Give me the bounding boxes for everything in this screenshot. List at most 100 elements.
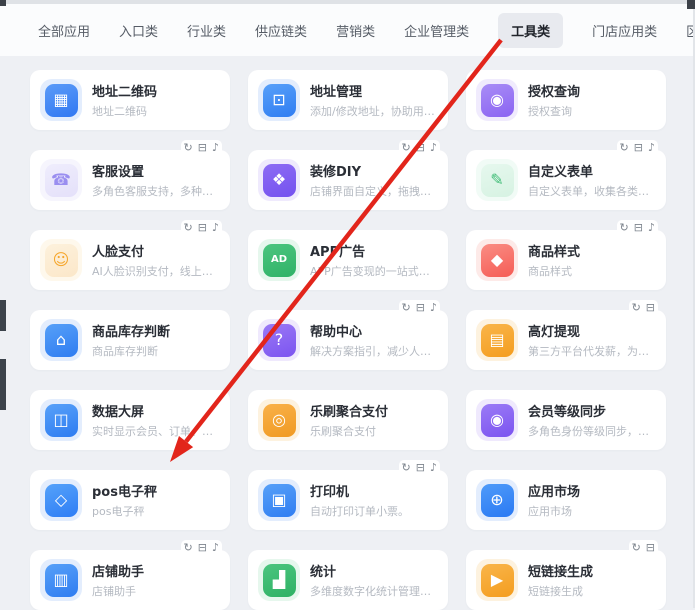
app-card[interactable]: ⊕ 应用市场 应用市场 <box>466 470 666 530</box>
platform-badges: ↻ ⊟ ♪ <box>399 140 440 154</box>
refresh-icon[interactable]: ↻ <box>632 541 641 554</box>
printer-icon[interactable]: ⊟ <box>198 141 207 154</box>
note-icon[interactable]: ♪ <box>212 141 219 154</box>
platform-badges: ↻ ⊟ ♪ <box>617 220 658 234</box>
refresh-icon[interactable]: ↻ <box>402 301 411 314</box>
app-card-text: 数据大屏 实时显示会员、订单、佣金、地... <box>92 401 220 439</box>
app-icon: ◆ <box>481 244 514 277</box>
app-icon-halo: ❖ <box>258 159 300 201</box>
app-title: 商品库存判断 <box>92 321 170 340</box>
refresh-icon[interactable]: ↻ <box>184 541 193 554</box>
app-card-text: pos电子秤 pos电子秤 <box>92 481 157 519</box>
app-icon: ◉ <box>481 84 514 117</box>
printer-icon[interactable]: ⊟ <box>198 221 207 234</box>
app-description: pos电子秤 <box>92 503 157 519</box>
printer-icon[interactable]: ⊟ <box>416 141 425 154</box>
app-title: 应用市场 <box>528 481 580 500</box>
app-icon-halo: ☺ <box>40 239 82 281</box>
app-description: 授权查询 <box>528 103 580 119</box>
note-icon[interactable]: ♪ <box>212 221 219 234</box>
tab-企业管理类[interactable]: 企业管理类 <box>404 21 469 40</box>
app-icon: ▦ <box>45 84 78 117</box>
app-card[interactable]: ⌂ 商品库存判断 商品库存判断 <box>30 310 230 370</box>
platform-badges: ↻⊟ <box>629 300 658 314</box>
app-card[interactable]: AD APP广告 APP广告变现的一站式解决方案 <box>248 230 448 290</box>
app-card[interactable]: ▟ 统计 多维度数字化统计管理，深度了解... <box>248 550 448 610</box>
app-icon: ◫ <box>45 404 78 437</box>
app-title: 地址管理 <box>310 81 438 100</box>
platform-badges: ↻ ⊟ ♪ <box>399 460 440 474</box>
refresh-icon[interactable]: ↻ <box>402 141 411 154</box>
app-title: 客服设置 <box>92 161 220 180</box>
app-icon-halo: ▦ <box>40 79 82 121</box>
note-icon[interactable]: ♪ <box>648 141 655 154</box>
app-icon-halo: ▶ <box>476 559 518 601</box>
app-icon-halo: ⊕ <box>476 479 518 521</box>
app-description: 多角色身份等级同步，会员成长体... <box>528 423 656 439</box>
app-title: 授权查询 <box>528 81 580 100</box>
refresh-icon[interactable]: ↻ <box>620 141 629 154</box>
app-icon-halo: ◉ <box>476 399 518 441</box>
app-card-text: 高灯提现 第三方平台代发薪，为企业减税降... <box>528 321 656 359</box>
tab-全部应用[interactable]: 全部应用 <box>38 21 90 40</box>
note-icon[interactable]: ♪ <box>212 541 219 554</box>
app-card[interactable]: ◉ 授权查询 授权查询 <box>466 70 666 130</box>
app-card[interactable]: ✎ 自定义表单 自定义表单，收集各类信息。 ↻⊟♪ <box>466 150 666 210</box>
tab-门店应用类[interactable]: 门店应用类 <box>592 21 657 40</box>
app-title: 高灯提现 <box>528 321 656 340</box>
tab-入口类[interactable]: 入口类 <box>119 21 158 40</box>
app-card[interactable]: ◫ 数据大屏 实时显示会员、订单、佣金、地... <box>30 390 230 450</box>
app-description: AI人脸识别支付，线上支付即成线... <box>92 263 220 279</box>
app-card[interactable]: ☎ 客服设置 多角色客服支持，多种服务入口。 ↻⊟♪ <box>30 150 230 210</box>
app-card[interactable]: ▶ 短链接生成 短链接生成 ↻⊟ <box>466 550 666 610</box>
note-icon[interactable]: ♪ <box>430 461 437 474</box>
app-icon-halo: ▤ <box>476 319 518 361</box>
category-tab-bar: 全部应用入口类行业类供应链类营销类企业管理类工具类门店应用类区块链类 <box>0 4 695 56</box>
printer-icon[interactable]: ⊟ <box>198 541 207 554</box>
app-icon-halo: ◆ <box>476 239 518 281</box>
app-card[interactable]: ▣ 打印机 自动打印订单小票。 ↻⊟♪ <box>248 470 448 530</box>
refresh-icon[interactable]: ↻ <box>632 301 641 314</box>
app-title: 地址二维码 <box>92 81 157 100</box>
refresh-icon[interactable]: ↻ <box>402 461 411 474</box>
printer-icon[interactable]: ⊟ <box>416 301 425 314</box>
app-card[interactable]: ? 帮助中心 解决方案指引，减少人工工作量。 ↻⊟♪ <box>248 310 448 370</box>
app-icon: ▶ <box>481 564 514 597</box>
note-icon[interactable]: ♪ <box>648 221 655 234</box>
app-icon: ? <box>263 324 296 357</box>
note-icon[interactable]: ♪ <box>430 301 437 314</box>
printer-icon[interactable]: ⊟ <box>416 461 425 474</box>
window-corner-top-left <box>0 0 6 6</box>
app-card[interactable]: ▦ 地址二维码 地址二维码 <box>30 70 230 130</box>
app-card[interactable]: ◉ 会员等级同步 多角色身份等级同步，会员成长体... <box>466 390 666 450</box>
app-card[interactable]: ⊡ 地址管理 添加/修改地址，协助用户更改信... <box>248 70 448 130</box>
tab-工具类[interactable]: 工具类 <box>498 13 563 48</box>
refresh-icon[interactable]: ↻ <box>184 141 193 154</box>
refresh-icon[interactable]: ↻ <box>184 221 193 234</box>
app-card-text: 乐刷聚合支付 乐刷聚合支付 <box>310 401 388 439</box>
app-title: 乐刷聚合支付 <box>310 401 388 420</box>
app-card[interactable]: ☺ 人脸支付 AI人脸识别支付，线上支付即成线... ↻⊟♪ <box>30 230 230 290</box>
note-icon[interactable]: ♪ <box>430 141 437 154</box>
printer-icon[interactable]: ⊟ <box>646 541 655 554</box>
app-title: 数据大屏 <box>92 401 220 420</box>
app-card[interactable]: ◇ pos电子秤 pos电子秤 <box>30 470 230 530</box>
app-card-text: 店铺助手 店铺助手 <box>92 561 144 599</box>
app-card[interactable]: ❖ 装修DIY 店铺界面自定义，拖拽式操作，百... ↻⊟♪ <box>248 150 448 210</box>
app-icon: ▣ <box>263 484 296 517</box>
printer-icon[interactable]: ⊟ <box>634 221 643 234</box>
app-card[interactable]: ▥ 店铺助手 店铺助手 ↻⊟♪ <box>30 550 230 610</box>
printer-icon[interactable]: ⊟ <box>646 301 655 314</box>
app-icon-halo: ▣ <box>258 479 300 521</box>
app-card[interactable]: ▤ 高灯提现 第三方平台代发薪，为企业减税降... ↻⊟ <box>466 310 666 370</box>
app-description: APP广告变现的一站式解决方案 <box>310 263 438 279</box>
refresh-icon[interactable]: ↻ <box>620 221 629 234</box>
app-card[interactable]: ◆ 商品样式 商品样式 ↻⊟♪ <box>466 230 666 290</box>
tab-营销类[interactable]: 营销类 <box>336 21 375 40</box>
app-card[interactable]: ◎ 乐刷聚合支付 乐刷聚合支付 <box>248 390 448 450</box>
tab-供应链类[interactable]: 供应链类 <box>255 21 307 40</box>
app-icon-halo: ✎ <box>476 159 518 201</box>
app-card-text: 打印机 自动打印订单小票。 <box>310 481 409 519</box>
printer-icon[interactable]: ⊟ <box>634 141 643 154</box>
tab-行业类[interactable]: 行业类 <box>187 21 226 40</box>
